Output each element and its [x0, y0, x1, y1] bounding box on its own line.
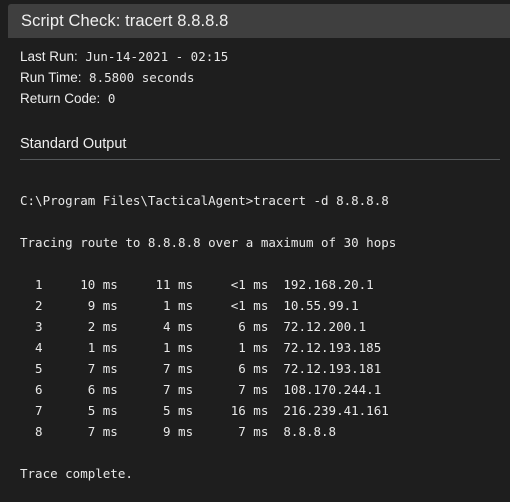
run-time-label: Run Time:	[20, 70, 82, 85]
section-divider	[20, 159, 500, 160]
run-time-value: 8.5800 seconds	[81, 70, 195, 85]
console-line: C:\Program Files\TacticalAgent>tracert -…	[20, 193, 389, 208]
standard-output-heading: Standard Output	[20, 136, 127, 152]
page-title: Script Check: tracert 8.8.8.8	[21, 11, 229, 30]
return-code-row: Return Code: 0	[20, 88, 500, 109]
console-line: Trace complete.	[20, 466, 133, 481]
console-line: 2 9 ms 1 ms <1 ms 10.55.99.1	[20, 298, 359, 313]
console-output: C:\Program Files\TacticalAgent>tracert -…	[20, 190, 504, 484]
return-code-value: 0	[100, 91, 116, 106]
console-line: 5 7 ms 7 ms 6 ms 72.12.193.181	[20, 361, 382, 376]
console-line: 7 5 ms 5 ms 16 ms 216.239.41.161	[20, 403, 389, 418]
console-line: 3 2 ms 4 ms 6 ms 72.12.200.1	[20, 319, 367, 334]
last-run-row: Last Run: Jun-14-2021 - 02:15	[20, 46, 500, 67]
console-line: 6 6 ms 7 ms 7 ms 108.170.244.1	[20, 382, 382, 397]
console-line: Tracing route to 8.8.8.8 over a maximum …	[20, 235, 397, 250]
return-code-label: Return Code:	[20, 91, 101, 106]
console-line: 8 7 ms 9 ms 7 ms 8.8.8.8	[20, 424, 337, 439]
console-line: 1 10 ms 11 ms <1 ms 192.168.20.1	[20, 277, 374, 292]
last-run-label: Last Run:	[20, 49, 78, 64]
run-metadata: Last Run: Jun-14-2021 - 02:15 Run Time: …	[20, 46, 500, 109]
console-line: 4 1 ms 1 ms 1 ms 72.12.193.185	[20, 340, 382, 355]
standard-output-section: Standard Output	[20, 136, 500, 160]
script-check-panel: Script Check: tracert 8.8.8.8 Last Run: …	[0, 0, 510, 502]
titlebar: Script Check: tracert 8.8.8.8	[8, 4, 510, 38]
last-run-value: Jun-14-2021 - 02:15	[77, 49, 229, 64]
run-time-row: Run Time: 8.5800 seconds	[20, 67, 500, 88]
